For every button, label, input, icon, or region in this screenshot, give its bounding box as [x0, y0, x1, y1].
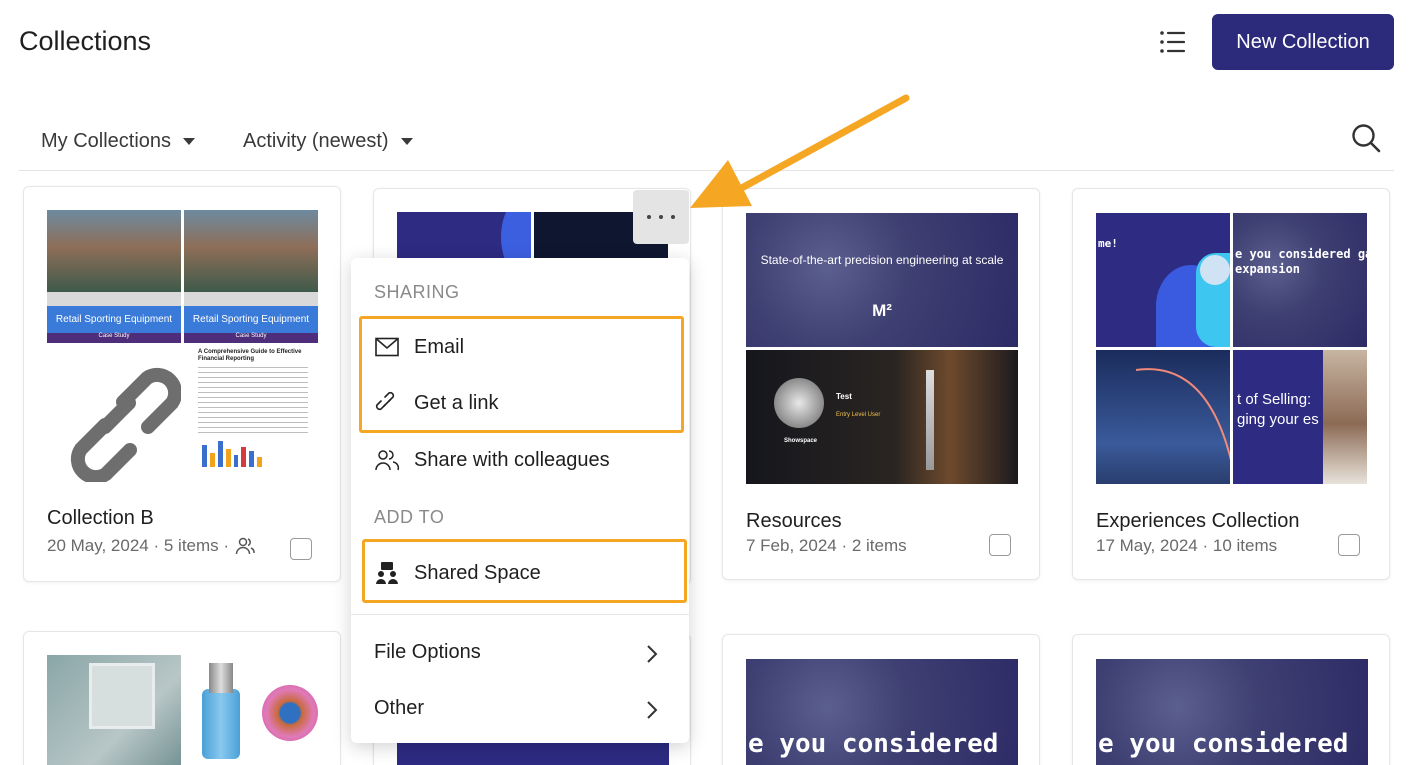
office-photo-thumbnail — [47, 655, 181, 765]
slide-logo: M² — [872, 301, 892, 320]
slide-thumbnail — [397, 212, 531, 258]
profile-company: Showspace — [784, 438, 818, 444]
menu-item-label: File Options — [374, 641, 481, 663]
banner-text: Retail Sporting Equipment — [47, 306, 181, 333]
add-to-section-header: ADD TO — [374, 507, 445, 527]
slide-thumbnail: me! — [1096, 213, 1230, 347]
link-icon — [374, 390, 400, 416]
caret-down-icon — [400, 138, 413, 145]
select-checkbox[interactable] — [290, 538, 312, 560]
slide-heading: State-of-the-art precision engineering a… — [760, 253, 1004, 267]
sort-label: Activity (newest) — [243, 130, 389, 152]
collection-card-row2-4[interactable]: e you considered — [1072, 634, 1390, 765]
dot-icon — [647, 215, 651, 219]
search-icon[interactable] — [1350, 122, 1382, 154]
menu-item-label: Shared Space — [414, 561, 541, 584]
users-icon — [374, 447, 400, 473]
document-thumbnail: A Comprehensive Guide to Effective Finan… — [184, 345, 318, 482]
slide-text: e you considered galactic expansion — [1235, 247, 1367, 276]
menu-item-share-colleagues[interactable]: Share with colleagues — [374, 447, 610, 473]
banner-text: Retail Sporting Equipment — [184, 306, 318, 333]
banner-subtext: Case Study — [47, 333, 181, 343]
menu-item-file-options[interactable]: File Options — [374, 641, 666, 664]
caret-down-icon — [183, 138, 196, 145]
store-photo-thumbnail: Retail Sporting Equipment Case Study — [184, 210, 318, 343]
link-icon — [47, 345, 181, 482]
collection-meta-text: 20 May, 2024 · 5 items · — [47, 536, 230, 555]
slide-thumbnail: t of Selling: ging your es — [1233, 350, 1367, 484]
new-collection-button[interactable]: New Collection — [1212, 14, 1394, 70]
collection-card-experiences[interactable]: me! e you considered galactic expansion … — [1072, 188, 1390, 580]
slide-thumbnail: e you considered — [746, 659, 1018, 765]
menu-item-label: Other — [374, 697, 425, 719]
menu-item-label: Email — [414, 335, 465, 358]
collection-meta: 17 May, 2024 · 10 items — [1096, 536, 1278, 555]
menu-item-get-link[interactable]: Get a link — [374, 390, 498, 416]
profile-role: Entry Level User — [836, 412, 881, 418]
dot-icon — [659, 215, 663, 219]
slide-thumbnail: e you considered galactic expansion — [1233, 213, 1367, 347]
collection-title: Resources — [746, 510, 842, 532]
owner-filter-label: My Collections — [41, 130, 172, 152]
select-checkbox[interactable] — [1338, 534, 1360, 556]
slide-thumbnail: State-of-the-art precision engineering a… — [746, 213, 1018, 347]
dot-icon — [671, 215, 675, 219]
collection-meta: 20 May, 2024 · 5 items · — [47, 536, 255, 556]
annotation-arrow-icon — [690, 94, 910, 208]
menu-item-shared-space[interactable]: Shared Space — [374, 560, 541, 586]
page-title: Collections — [19, 26, 152, 56]
banner-subtext: Case Study — [184, 333, 318, 343]
owner-filter-dropdown[interactable]: My Collections — [41, 130, 196, 153]
select-checkbox[interactable] — [989, 534, 1011, 556]
document-title: A Comprehensive Guide to Effective Finan… — [198, 349, 302, 362]
collection-card-resources[interactable]: State-of-the-art precision engineering a… — [722, 188, 1040, 580]
avatar — [774, 378, 824, 428]
shared-space-icon — [374, 560, 400, 586]
menu-item-label: Get a link — [414, 391, 499, 414]
mail-icon — [374, 334, 400, 360]
slide-thumbnail: e you considered — [1096, 659, 1368, 765]
chevron-right-icon — [647, 701, 658, 719]
collection-title: Collection B — [47, 507, 154, 529]
menu-item-label: Share with colleagues — [414, 448, 610, 471]
collection-context-menu: SHARING Email Get a link Share with coll… — [351, 258, 689, 743]
list-view-icon[interactable] — [1156, 26, 1188, 58]
chevron-right-icon — [647, 645, 658, 663]
rocket-slide-thumbnail — [1096, 350, 1230, 484]
menu-divider — [351, 614, 689, 615]
slide-text: e you considered — [1098, 729, 1349, 759]
collection-card-collection-b[interactable]: Retail Sporting Equipment Case Study Ret… — [23, 186, 341, 582]
collection-meta: 7 Feb, 2024 · 2 items — [746, 536, 907, 555]
collection-title: Experiences Collection — [1096, 510, 1300, 532]
store-photo-thumbnail: Retail Sporting Equipment Case Study — [47, 210, 181, 343]
sort-dropdown[interactable]: Activity (newest) — [243, 130, 413, 153]
slide-text: e you considered — [748, 729, 999, 759]
slide-text: me! — [1098, 237, 1118, 250]
collection-card-row2-1[interactable] — [23, 631, 341, 765]
menu-item-email[interactable]: Email — [374, 334, 464, 360]
motor-photo-thumbnail — [184, 655, 318, 765]
collection-card-row2-3[interactable]: e you considered — [722, 634, 1040, 765]
profile-name: Test — [836, 392, 852, 401]
shared-users-icon — [235, 536, 255, 556]
profile-slide-thumbnail: Test Entry Level User Showspace — [746, 350, 1018, 484]
slide-text: t of Selling: ging your es — [1237, 391, 1319, 428]
menu-item-other[interactable]: Other — [374, 697, 666, 720]
sharing-section-header: SHARING — [374, 282, 460, 302]
